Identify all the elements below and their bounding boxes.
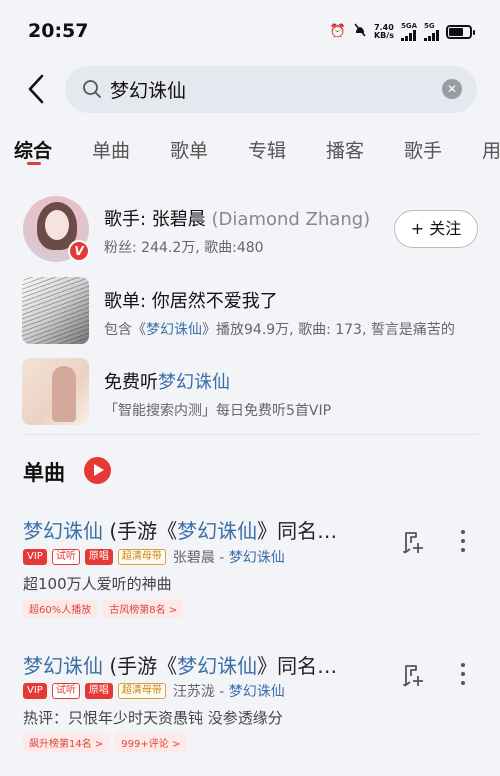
- add-to-playlist-button[interactable]: [400, 529, 426, 555]
- chart-rank-pill[interactable]: 古风榜第8名 >: [103, 599, 184, 618]
- song-tags: VIP 试听 原唱 超清母带 张碧晨 - 梦幻诛仙: [23, 547, 285, 567]
- play-all-button[interactable]: [84, 457, 111, 484]
- add-to-playlist-button[interactable]: [400, 662, 426, 688]
- song-artist-album: 汪苏泷 - 梦幻诛仙: [172, 684, 285, 700]
- search-icon: [83, 80, 101, 98]
- song-title[interactable]: 梦幻诛仙 (手游《梦幻诛仙》同名…: [23, 515, 337, 544]
- tab-songs[interactable]: 单曲: [92, 136, 130, 163]
- song-artist-album: 张碧晨 - 梦幻诛仙: [172, 550, 285, 566]
- trial-tag: 试听: [51, 549, 80, 565]
- playlist-cover[interactable]: [22, 277, 89, 344]
- more-options-button[interactable]: [456, 661, 470, 687]
- tab-podcasts[interactable]: 播客: [326, 136, 364, 163]
- add-to-playlist-icon: [403, 532, 423, 554]
- free-listen-sub: 「智能搜索内测」每日免费听5首VIP: [104, 403, 332, 419]
- signal-sim1: 5GA: [400, 22, 417, 41]
- vip-tag: VIP: [23, 549, 47, 565]
- play-ratio-pill[interactable]: 超60%人播放: [23, 599, 98, 618]
- song-pills: 超60%人播放 古风榜第8名 >: [23, 599, 184, 618]
- mute-bell-icon: [353, 22, 367, 41]
- original-tag: 原唱: [84, 549, 113, 565]
- artist-name[interactable]: 歌手: 张碧晨 (Diamond Zhang): [104, 205, 370, 231]
- divider: [22, 434, 478, 435]
- tab-albums[interactable]: 专辑: [248, 136, 286, 163]
- alarm-icon: ⏰: [329, 24, 346, 39]
- trial-tag: 试听: [51, 683, 80, 699]
- chevron-left-icon: [28, 74, 44, 104]
- song-desc: 热评：只恨年少时天资愚钝 没参透缘分: [23, 709, 283, 727]
- section-title: 单曲: [23, 461, 65, 485]
- status-icons: ⏰ 7.40 KB/s 5GA 5G: [329, 22, 475, 41]
- free-listen-cover[interactable]: [22, 358, 89, 425]
- signal-bars-icon: [400, 30, 416, 41]
- master-quality-tag: 超清母带: [117, 549, 166, 565]
- add-to-playlist-icon: [403, 665, 423, 687]
- category-tabs: 综合 单曲 歌单 专辑 播客 歌手 用: [0, 132, 500, 172]
- song-pills: 飙升榜第14名 > 999+评论 >: [23, 733, 187, 752]
- search-input[interactable]: [110, 76, 430, 102]
- active-tab-indicator: [27, 162, 41, 165]
- tab-artists[interactable]: 歌手: [404, 136, 442, 163]
- song-tags: VIP 试听 原唱 超清母带 汪苏泷 - 梦幻诛仙: [23, 681, 285, 701]
- back-button[interactable]: [22, 72, 52, 106]
- tab-users[interactable]: 用: [482, 136, 500, 163]
- playlist-sub: 包含《梦幻诛仙》播放94.9万, 歌曲: 173, 誓言是痛苦的: [104, 322, 455, 338]
- signal-sim2: 5G: [424, 22, 439, 41]
- status-bar: 20:57 ⏰ 7.40 KB/s 5GA 5G: [0, 0, 500, 62]
- battery-icon: [446, 24, 475, 39]
- original-tag: 原唱: [84, 683, 113, 699]
- free-listen-title[interactable]: 免费听梦幻诛仙: [104, 368, 230, 394]
- clear-search-button[interactable]: ✕: [442, 79, 462, 99]
- artist-stats: 粉丝: 244.2万, 歌曲:480: [104, 240, 264, 256]
- master-quality-tag: 超清母带: [117, 683, 166, 699]
- search-box[interactable]: ✕: [65, 66, 477, 113]
- song-desc: 超100万人爱听的神曲: [23, 575, 172, 593]
- status-time: 20:57: [28, 20, 89, 42]
- net-speed: 7.40 KB/s: [373, 22, 394, 40]
- tab-all[interactable]: 综合: [14, 136, 52, 163]
- verified-badge-icon: V: [68, 240, 90, 262]
- follow-button[interactable]: + 关注: [394, 210, 478, 248]
- signal-bars-icon: [424, 30, 439, 41]
- more-options-button[interactable]: [456, 528, 470, 554]
- comments-pill[interactable]: 999+评论 >: [115, 733, 187, 752]
- close-icon: ✕: [446, 82, 458, 96]
- tab-playlists[interactable]: 歌单: [170, 136, 208, 163]
- chart-rank-pill[interactable]: 飙升榜第14名 >: [23, 733, 110, 752]
- vip-tag: VIP: [23, 683, 47, 699]
- playlist-title[interactable]: 歌单: 你居然不爱我了: [104, 287, 278, 313]
- song-title[interactable]: 梦幻诛仙 (手游《梦幻诛仙》同名…: [23, 650, 337, 679]
